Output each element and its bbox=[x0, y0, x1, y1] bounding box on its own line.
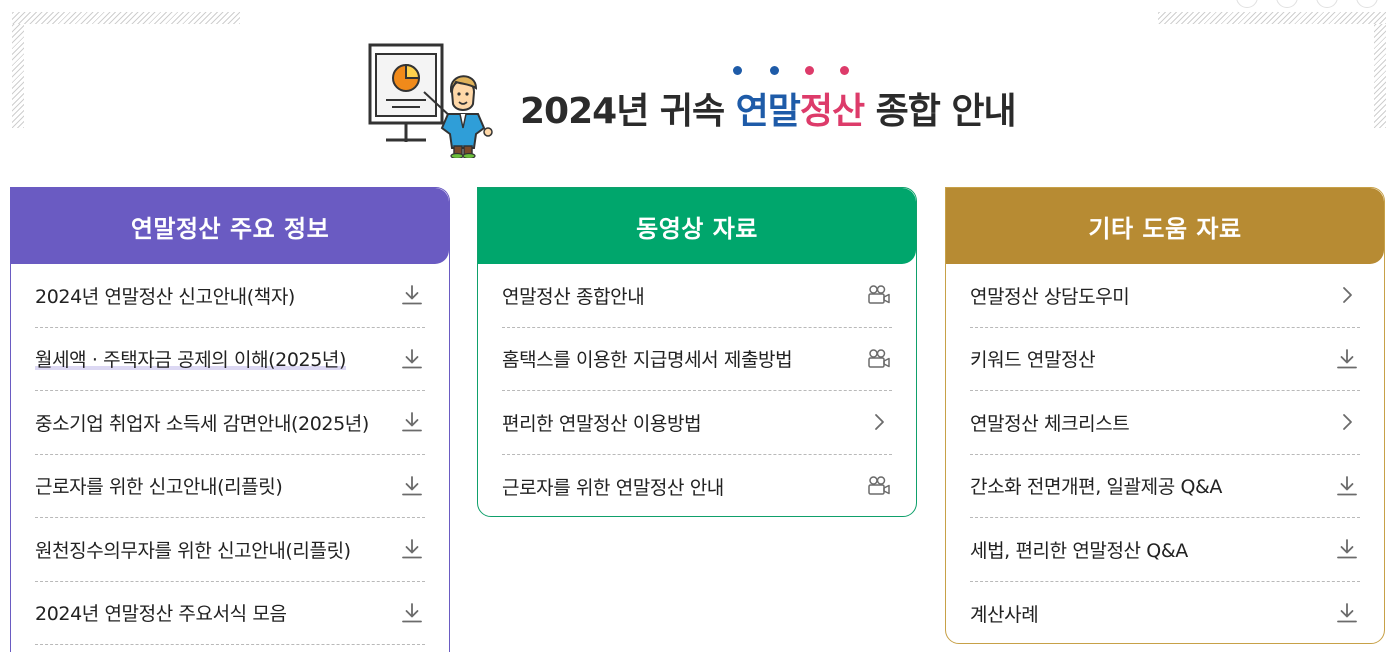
list-item-label: 세법, 편리한 연말정산 Q&A bbox=[970, 539, 1188, 562]
card-video-list: 연말정산 종합안내 홈택스를 이용한 지급명세서 제출방법 편리한 연말정산 이… bbox=[478, 264, 916, 517]
list-item[interactable]: 중소기업 취업자 소득세 감면안내(2025년) bbox=[35, 391, 425, 455]
video-camera-icon[interactable] bbox=[866, 282, 892, 308]
card-main-info-header: 연말정산 주요 정보 bbox=[11, 188, 449, 264]
list-item-label: 홈택스를 이용한 지급명세서 제출방법 bbox=[502, 349, 793, 372]
card-video-header: 동영상 자료 bbox=[478, 188, 916, 264]
list-item-label: 근로자를 위한 신고안내(리플릿) bbox=[35, 476, 283, 499]
presenter-illustration bbox=[366, 42, 500, 160]
corner-circle-decoration bbox=[1316, 0, 1338, 8]
list-item[interactable]: 2024년 연말정산 신고안내(책자) bbox=[35, 264, 425, 328]
download-icon[interactable] bbox=[399, 282, 425, 308]
chevron-right-icon[interactable] bbox=[866, 409, 892, 435]
list-item[interactable]: 홈택스를 이용한 지급명세서 제출방법 bbox=[502, 328, 892, 391]
download-icon[interactable] bbox=[1334, 536, 1360, 562]
list-item-label: 연말정산 상담도우미 bbox=[970, 285, 1130, 308]
download-icon[interactable] bbox=[399, 346, 425, 372]
list-item[interactable]: 원천징수의무자를 위한 신고안내(리플릿) bbox=[35, 518, 425, 582]
download-icon[interactable] bbox=[399, 600, 425, 626]
page-title-prefix: 2024년 귀속 bbox=[520, 91, 736, 132]
list-item-label: 연말정산 체크리스트 bbox=[970, 412, 1130, 435]
list-item-label: 연말정산 종합안내 bbox=[502, 285, 645, 308]
list-item[interactable]: 연말정산 종합안내 bbox=[502, 264, 892, 328]
list-item-label: 편리한 연말정산 이용방법 bbox=[502, 412, 702, 435]
chevron-right-icon[interactable] bbox=[1334, 282, 1360, 308]
download-icon[interactable] bbox=[1334, 346, 1360, 372]
title-dot bbox=[840, 66, 849, 75]
list-item[interactable]: 편리한 연말정산 이용방법 bbox=[502, 391, 892, 455]
list-item[interactable]: 2024년 연말정산 주요서식 모음 bbox=[35, 582, 425, 645]
card-main-info-list: 2024년 연말정산 신고안내(책자) 월세액 · 주택자금 공제의 이해(20… bbox=[11, 264, 449, 645]
list-item-label: 키워드 연말정산 bbox=[970, 349, 1096, 372]
title-dot bbox=[805, 66, 814, 75]
download-icon[interactable] bbox=[399, 536, 425, 562]
list-item-label: 간소화 전면개편, 일괄제공 Q&A bbox=[970, 476, 1223, 499]
page-title-highlight-2: 정산 bbox=[799, 91, 865, 132]
list-item[interactable]: 월세액 · 주택자금 공제의 이해(2025년) bbox=[35, 328, 425, 391]
header-hatch-right bbox=[1158, 12, 1386, 24]
download-icon[interactable] bbox=[1334, 600, 1360, 626]
corner-circle-decoration bbox=[1276, 0, 1298, 8]
page-title: 2024년 귀속 연말정산 종합 안내 bbox=[520, 86, 1017, 138]
list-item-label: 중소기업 취업자 소득세 감면안내(2025년) bbox=[35, 412, 369, 435]
header-hatch-left bbox=[12, 12, 240, 24]
page-title-highlight-1: 연말 bbox=[735, 91, 801, 132]
list-item[interactable]: 세법, 편리한 연말정산 Q&A bbox=[970, 518, 1360, 582]
list-item[interactable]: 연말정산 상담도우미 bbox=[970, 264, 1360, 328]
chevron-right-icon[interactable] bbox=[1334, 409, 1360, 435]
page-title-suffix: 종합 안내 bbox=[864, 91, 1017, 132]
list-item[interactable]: 연말정산 체크리스트 bbox=[970, 391, 1360, 455]
list-item-label: 2024년 연말정산 신고안내(책자) bbox=[35, 285, 295, 308]
list-item-label: 계산사례 bbox=[970, 603, 1039, 626]
video-camera-icon[interactable] bbox=[866, 346, 892, 372]
card-other-help: 기타 도움 자료 연말정산 상담도우미 키워드 연말정산 연말정산 체크리스트 … bbox=[945, 187, 1385, 644]
list-item[interactable]: 키워드 연말정산 bbox=[970, 328, 1360, 391]
card-main-info: 연말정산 주요 정보 2024년 연말정산 신고안내(책자) 월세액 · 주택자… bbox=[10, 187, 450, 652]
list-item-label: 원천징수의무자를 위한 신고안내(리플릿) bbox=[35, 539, 351, 562]
video-camera-icon[interactable] bbox=[866, 473, 892, 499]
card-other-help-list: 연말정산 상담도우미 키워드 연말정산 연말정산 체크리스트 간소화 전면개편,… bbox=[946, 264, 1384, 644]
title-dot bbox=[733, 66, 742, 75]
list-item-label: 근로자를 위한 연말정산 안내 bbox=[502, 476, 724, 499]
download-icon[interactable] bbox=[1334, 473, 1360, 499]
download-icon[interactable] bbox=[399, 473, 425, 499]
header-hatch-side-left bbox=[12, 24, 24, 128]
card-other-help-header: 기타 도움 자료 bbox=[946, 188, 1384, 264]
corner-circle-decoration bbox=[1356, 0, 1378, 8]
list-item[interactable]: 간소화 전면개편, 일괄제공 Q&A bbox=[970, 455, 1360, 518]
list-item[interactable]: 근로자를 위한 신고안내(리플릿) bbox=[35, 455, 425, 518]
list-item-label: 2024년 연말정산 주요서식 모음 bbox=[35, 603, 287, 626]
header-hatch-side-right bbox=[1374, 24, 1386, 128]
list-item-label: 월세액 · 주택자금 공제의 이해(2025년) bbox=[35, 345, 346, 373]
title-dots bbox=[728, 66, 854, 78]
list-item[interactable]: 근로자를 위한 연말정산 안내 bbox=[502, 455, 892, 517]
download-icon[interactable] bbox=[399, 409, 425, 435]
card-video: 동영상 자료 연말정산 종합안내 홈택스를 이용한 지급명세서 제출방법 편리한… bbox=[477, 187, 917, 517]
corner-circle-decoration bbox=[1236, 0, 1258, 8]
list-item[interactable]: 계산사례 bbox=[970, 582, 1360, 644]
title-dot bbox=[770, 66, 779, 75]
